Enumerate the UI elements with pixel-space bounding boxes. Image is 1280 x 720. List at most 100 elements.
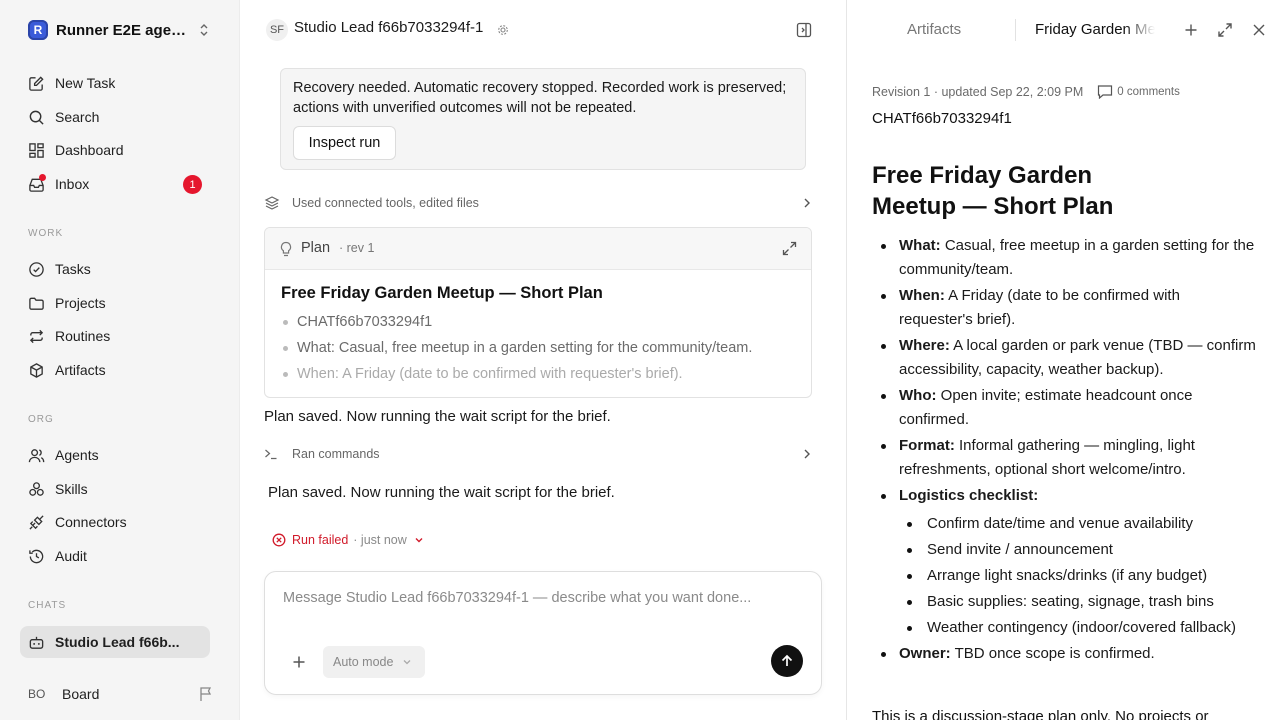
nav-audit[interactable]: Audit (20, 540, 210, 572)
nav-artifacts[interactable]: Artifacts (20, 354, 210, 386)
list-item: Where: A local garden or park venue (TBD… (872, 334, 1257, 382)
agent-title: Studio Lead f66b7033294f-1 (294, 19, 484, 36)
board-label: Board (62, 686, 100, 702)
plus-icon[interactable] (1183, 22, 1199, 38)
recovery-notice: Recovery needed. Automatic recovery stop… (280, 68, 806, 170)
list-item: When: A Friday (date to be confirmed wit… (872, 284, 1257, 332)
nav-new-task[interactable]: New Task (20, 67, 210, 99)
list-item: What: Casual, free meetup in a garden se… (872, 234, 1257, 282)
skills-icon (29, 481, 44, 496)
workspace-name: Runner E2E agen... (56, 21, 190, 39)
chevron-down-icon (404, 660, 411, 665)
nav-label: Tasks (55, 261, 91, 277)
dashboard-icon (29, 142, 44, 158)
inspect-run-button[interactable]: Inspect run (293, 126, 396, 160)
nav-label: Inbox (55, 176, 90, 192)
chat-item-studio-lead[interactable]: Studio Lead f66b... (20, 626, 210, 658)
nav-projects[interactable]: Projects (20, 287, 210, 319)
board-row[interactable]: BO Board (28, 680, 214, 708)
nav-tasks[interactable]: Tasks (20, 253, 210, 285)
users-icon (28, 448, 45, 462)
logistics-checklist: Confirm date/time and venue availability… (899, 512, 1257, 640)
item-key: Owner: (899, 645, 951, 662)
plan-revision: · rev 1 (339, 241, 375, 255)
nav-routines[interactable]: Routines (20, 320, 210, 352)
folder-icon (29, 297, 44, 310)
section-org: ORG (28, 414, 54, 425)
nav-label: Search (55, 109, 100, 125)
commands-summary: Ran commands (292, 447, 380, 461)
unread-dot (39, 173, 46, 181)
chat-header: SF Studio Lead f66b7033294f-1 (240, 0, 846, 60)
nav-inbox[interactable]: Inbox 1 (20, 168, 210, 200)
nav-label: Dashboard (55, 142, 124, 158)
settings-icon[interactable] (497, 24, 509, 36)
revision-info: Revision 1 · updated Sep 22, 2:09 PM (872, 84, 1084, 99)
panel-toggle-icon[interactable] (796, 22, 812, 38)
tab-friday-garden-meetup[interactable]: Friday Garden Meetup (1035, 21, 1155, 38)
artifact-tabs: Artifacts Friday Garden Meetup (847, 0, 1280, 60)
chevron-right-icon (804, 449, 810, 459)
nav-dashboard[interactable]: Dashboard (20, 134, 210, 166)
send-button[interactable] (771, 645, 803, 677)
nav-search[interactable]: Search (20, 101, 210, 133)
message-composer: Auto mode (264, 571, 822, 695)
nav-agents[interactable]: Agents (20, 439, 210, 471)
expand-icon[interactable] (782, 241, 797, 256)
agent-avatar: SF (266, 19, 288, 41)
run-time: · just now (353, 533, 407, 547)
item-key: Where: (899, 337, 950, 354)
avatar: BO (28, 687, 46, 701)
item-key: Who: (899, 387, 937, 404)
comments-count: 0 comments (1117, 85, 1180, 98)
layers-icon (264, 196, 280, 210)
list-item: When: A Friday (date to be confirmed wit… (281, 364, 801, 390)
search-icon (29, 110, 44, 125)
inbox-icon-wrap (28, 173, 46, 193)
doc-id: CHATf66b7033294f1 (872, 110, 1012, 127)
tools-summary: Used connected tools, edited files (292, 196, 479, 210)
nav-label: Artifacts (55, 362, 106, 378)
expand-icon[interactable] (1217, 22, 1233, 38)
chat-label: Studio Lead f66b... (55, 634, 180, 650)
nav-label: Audit (55, 548, 87, 564)
comment-icon (1098, 85, 1113, 99)
item-value: A local garden or park venue (TBD — conf… (899, 337, 1256, 378)
plug-icon (29, 514, 44, 530)
comments-link[interactable]: 0 comments (1097, 84, 1180, 99)
list-item: CHATf66b7033294f1 (281, 312, 801, 338)
tab-artifacts[interactable]: Artifacts (907, 21, 961, 38)
close-icon[interactable] (1251, 22, 1267, 38)
plus-icon[interactable] (291, 654, 307, 670)
mode-selector[interactable]: Auto mode (323, 646, 425, 678)
chevron-up-down-icon (200, 24, 208, 36)
item-key: When: (899, 287, 945, 304)
run-status[interactable]: Run failed · just now (272, 531, 424, 549)
tab-divider (1015, 19, 1016, 41)
checklist-item: Arrange light snacks/drinks (if any budg… (899, 564, 1257, 588)
commands-summary-row[interactable]: Ran commands (264, 444, 812, 464)
plan-card[interactable]: Plan · rev 1 Free Friday Garden Meetup —… (264, 227, 812, 398)
workspace-logo: R (28, 20, 48, 40)
nav-label: Skills (55, 481, 88, 497)
plan-label: Plan (301, 240, 331, 256)
tools-summary-row[interactable]: Used connected tools, edited files (264, 192, 812, 214)
checklist-item: Send invite / announcement (899, 538, 1257, 562)
workspace-switcher[interactable]: R Runner E2E agen... (28, 18, 214, 42)
artifact-panel: Artifacts Friday Garden Meetup Revision … (846, 0, 1280, 720)
checklist-item: Confirm date/time and venue availability (899, 512, 1257, 536)
chat-panel: SF Studio Lead f66b7033294f-1 Recovery n… (240, 0, 846, 720)
doc-footer-text: This is a discussion-stage plan only. No… (872, 708, 1209, 720)
doc-title: Free Friday Garden Meetup — Short Plan (872, 162, 1114, 220)
message-input[interactable] (283, 590, 803, 634)
nav-label: New Task (55, 75, 116, 91)
run-status-label: Run failed (292, 533, 349, 547)
nav-label: Agents (55, 447, 99, 463)
nav-connectors[interactable]: Connectors (20, 506, 210, 538)
plan-preview-list: CHATf66b7033294f1 What: Casual, free mee… (281, 312, 801, 390)
nav-skills[interactable]: Skills (20, 473, 210, 505)
nav-label: Connectors (55, 514, 127, 530)
flag-icon[interactable] (198, 686, 214, 702)
item-value: Open invite; estimate headcount once con… (899, 387, 1193, 428)
chevron-right-icon (804, 198, 810, 208)
